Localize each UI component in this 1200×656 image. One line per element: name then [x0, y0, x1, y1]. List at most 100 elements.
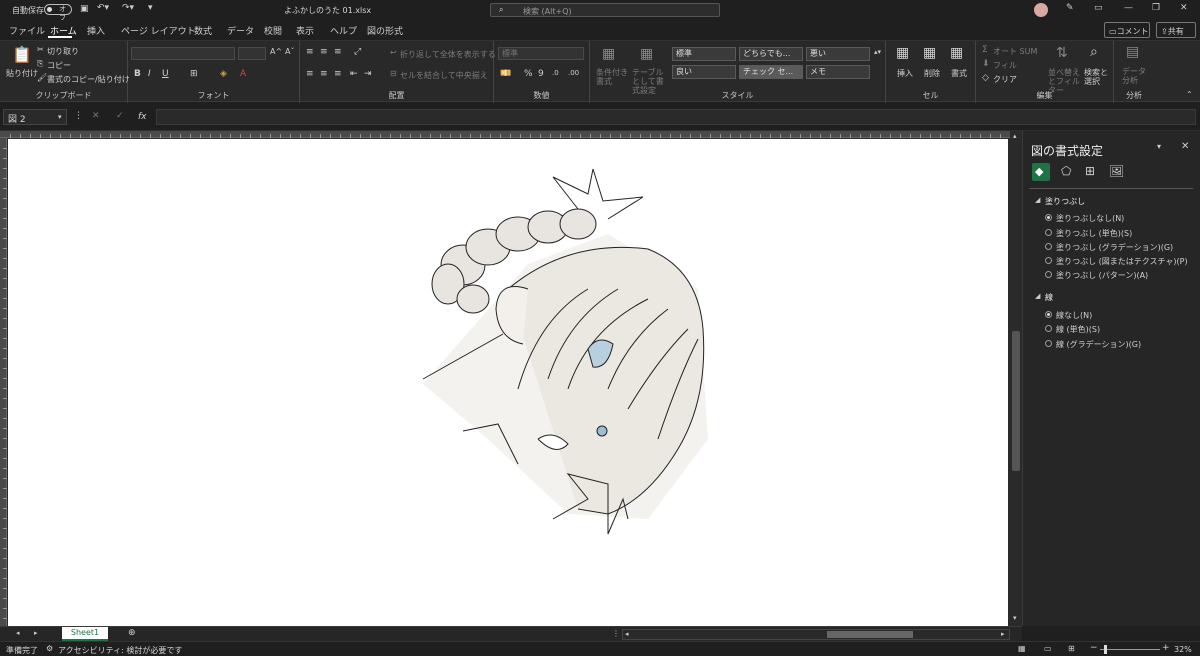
- clear-button[interactable]: クリア: [993, 74, 1017, 85]
- qat-customize-icon[interactable]: ▾: [148, 4, 153, 13]
- data-analysis-icon[interactable]: ▤: [1126, 45, 1139, 59]
- collapse-ribbon-icon[interactable]: ⌃: [1186, 91, 1193, 99]
- enter-icon[interactable]: ✓: [116, 112, 124, 121]
- pen-icon[interactable]: ✎: [1066, 4, 1074, 13]
- copy-button[interactable]: コピー: [47, 60, 71, 71]
- align-middle-icon[interactable]: ≡: [320, 48, 328, 57]
- accessibility-status[interactable]: アクセシビリティ: 検討が必要です: [58, 645, 182, 656]
- h-scroll-thumb[interactable]: [827, 631, 913, 638]
- zoom-slider[interactable]: [1100, 645, 1160, 654]
- decrease-font-icon[interactable]: Aˇ: [285, 48, 294, 56]
- style-neutral[interactable]: どちらでも...: [739, 47, 803, 61]
- find-select-button[interactable]: 検索と選択: [1084, 68, 1112, 86]
- format-painter-icon[interactable]: 🖌: [37, 74, 47, 82]
- line-art-drawing[interactable]: [8, 139, 1008, 626]
- close-icon[interactable]: ✕: [1180, 4, 1188, 13]
- autosave-toggle[interactable]: オフ: [44, 4, 72, 22]
- format-cells-button[interactable]: 書式: [951, 68, 967, 79]
- save-icon[interactable]: ▣: [80, 5, 89, 14]
- fill-icon[interactable]: ⬇: [982, 60, 990, 69]
- search-box[interactable]: ⌕ 検索 (Alt+Q): [490, 3, 720, 17]
- data-analysis-button[interactable]: データ分析: [1122, 67, 1146, 85]
- decrease-indent-icon[interactable]: ⇤: [350, 70, 358, 79]
- fill-button[interactable]: フィル: [993, 60, 1017, 71]
- fill-solid-option[interactable]: 塗りつぶし (単色)(S): [1045, 228, 1132, 239]
- avatar[interactable]: [1034, 3, 1048, 17]
- pane-options-icon[interactable]: ▾: [1157, 143, 1161, 151]
- paste-icon[interactable]: 📋: [12, 47, 32, 63]
- align-bottom-icon[interactable]: ≡: [334, 48, 342, 57]
- align-left-icon[interactable]: ≡: [306, 70, 314, 79]
- line-expand-icon[interactable]: ◢: [1035, 293, 1040, 300]
- line-section-title[interactable]: 線: [1045, 292, 1053, 303]
- underline-icon[interactable]: U: [162, 70, 169, 79]
- style-note[interactable]: メモ: [806, 65, 870, 79]
- fill-gradient-option[interactable]: 塗りつぶし (グラデーション)(G): [1045, 242, 1173, 253]
- increase-font-icon[interactable]: A^: [270, 48, 282, 56]
- merge-icon[interactable]: ⊟: [390, 70, 397, 78]
- fill-line-tab[interactable]: ◆: [1032, 163, 1050, 181]
- zoom-out-icon[interactable]: −: [1090, 644, 1098, 653]
- redo-icon[interactable]: ↷▾: [122, 4, 134, 13]
- insert-cells-button[interactable]: 挿入: [897, 68, 913, 79]
- fill-section-title[interactable]: 塗りつぶし: [1045, 196, 1085, 207]
- border-icon[interactable]: ⊞: [190, 70, 198, 79]
- increase-decimal-icon[interactable]: .0: [552, 70, 559, 77]
- prev-sheet-icon[interactable]: ◂: [16, 630, 20, 637]
- line-none-option[interactable]: 線なし(N): [1045, 310, 1092, 321]
- tab-view[interactable]: 表示: [296, 24, 314, 37]
- currency-icon[interactable]: 💴: [500, 70, 511, 79]
- orientation-icon[interactable]: ⤢: [354, 48, 361, 57]
- cut-button[interactable]: 切り取り: [47, 46, 79, 57]
- size-properties-tab-icon[interactable]: ⊞: [1085, 165, 1095, 177]
- font-color-icon[interactable]: A: [240, 70, 246, 79]
- format-painter-button[interactable]: 書式のコピー/貼り付け: [47, 74, 130, 85]
- conditional-format-icon[interactable]: ▦: [602, 47, 615, 61]
- wrap-text-button[interactable]: 折り返して全体を表示する: [400, 49, 496, 60]
- pane-close-icon[interactable]: ✕: [1181, 142, 1189, 152]
- fill-pattern-option[interactable]: 塗りつぶし (パターン)(A): [1045, 270, 1148, 281]
- paste-button[interactable]: 貼り付け: [6, 68, 38, 79]
- tab-picture-format[interactable]: 図の形式: [367, 24, 403, 37]
- number-format-select[interactable]: 標準: [498, 47, 584, 60]
- zoom-in-icon[interactable]: +: [1162, 644, 1170, 653]
- style-good[interactable]: 良い: [672, 65, 736, 79]
- comma-icon[interactable]: 9: [538, 70, 544, 79]
- add-sheet-icon[interactable]: ⊕: [128, 629, 136, 638]
- wrap-icon[interactable]: ↩: [390, 49, 397, 57]
- decrease-decimal-icon[interactable]: .00: [568, 70, 579, 77]
- style-bad[interactable]: 悪い: [806, 47, 870, 61]
- tab-review[interactable]: 校閲: [264, 24, 282, 37]
- line-gradient-option[interactable]: 線 (グラデーション)(G): [1045, 339, 1141, 350]
- scroll-left-icon[interactable]: ◂: [625, 631, 629, 638]
- share-button[interactable]: ⇪共有: [1156, 22, 1196, 38]
- sheet-tab-sheet1[interactable]: Sheet1: [62, 627, 108, 641]
- find-icon[interactable]: ⌕: [1090, 45, 1098, 59]
- undo-icon[interactable]: ↶▾: [97, 4, 109, 13]
- effects-tab-icon[interactable]: ⬠: [1061, 165, 1071, 177]
- minimize-icon[interactable]: —: [1124, 4, 1133, 13]
- style-check-cell[interactable]: チェック セ...: [739, 65, 803, 79]
- picture-tab-icon[interactable]: 🖼: [1109, 165, 1124, 177]
- scroll-up-icon[interactable]: ▴: [1013, 133, 1017, 140]
- horizontal-scrollbar[interactable]: ◂ ▸: [622, 629, 1010, 640]
- styles-more-icon[interactable]: ▴▾: [874, 49, 881, 56]
- page-break-view-icon[interactable]: ⊞: [1068, 645, 1075, 653]
- normal-view-icon[interactable]: ▦: [1018, 645, 1026, 653]
- font-name-select[interactable]: [131, 47, 235, 60]
- italic-icon[interactable]: I: [148, 70, 151, 79]
- delete-cells-button[interactable]: 削除: [924, 68, 940, 79]
- tab-formulas[interactable]: 数式: [194, 24, 212, 37]
- comment-button[interactable]: ▭コメント: [1104, 22, 1150, 38]
- fill-color-icon[interactable]: ◈: [220, 70, 227, 79]
- name-box[interactable]: 図 2 ▾: [3, 109, 67, 125]
- tab-split-icon[interactable]: ⋮: [612, 630, 620, 638]
- table-format-icon[interactable]: ▦: [640, 47, 653, 61]
- fill-none-option[interactable]: 塗りつぶしなし(N): [1045, 213, 1124, 224]
- delete-cells-icon[interactable]: ▦: [923, 46, 936, 60]
- clear-icon[interactable]: ◇: [982, 74, 989, 83]
- format-cells-icon[interactable]: ▦: [950, 46, 963, 60]
- vertical-scrollbar[interactable]: ▴ ▾: [1010, 131, 1022, 626]
- tab-data[interactable]: データ: [227, 24, 254, 37]
- sort-filter-icon[interactable]: ⇅: [1056, 46, 1068, 60]
